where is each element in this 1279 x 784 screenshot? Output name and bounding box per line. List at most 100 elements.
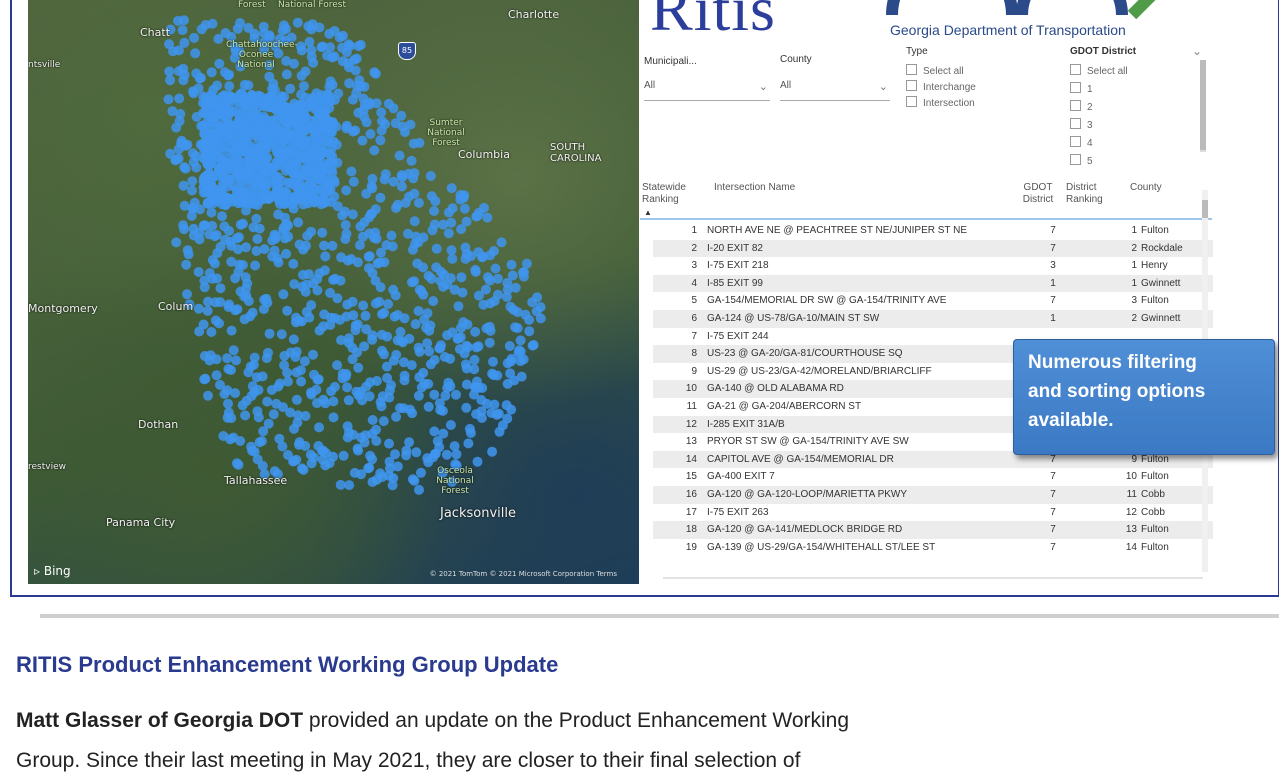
intersection-dot[interactable]: [285, 407, 296, 418]
intersection-dot[interactable]: [453, 333, 464, 344]
intersection-dot[interactable]: [413, 197, 424, 208]
intersection-dot[interactable]: [442, 382, 453, 393]
intersection-dot[interactable]: [355, 39, 366, 50]
intersection-dot[interactable]: [518, 267, 528, 278]
intersection-dot[interactable]: [314, 22, 325, 33]
intersection-dot[interactable]: [394, 150, 405, 161]
intersection-dot[interactable]: [193, 83, 204, 94]
intersection-dot[interactable]: [314, 422, 324, 433]
intersection-dot[interactable]: [269, 245, 280, 256]
intersection-dot[interactable]: [527, 340, 538, 351]
intersection-dot[interactable]: [471, 409, 482, 420]
intersection-dot[interactable]: [379, 349, 389, 360]
table-row[interactable]: 4 I-85 EXIT 99 1 1 Gwinnett: [653, 274, 1213, 293]
intersection-dot[interactable]: [376, 247, 386, 258]
intersection-dot[interactable]: [209, 258, 220, 269]
map-visual[interactable]: Charlotte National Forest Forest Chatt n…: [28, 0, 639, 584]
intersection-dot[interactable]: [375, 135, 386, 146]
intersection-dot[interactable]: [291, 106, 302, 117]
intersection-dot[interactable]: [429, 389, 440, 400]
intersection-dot[interactable]: [317, 454, 328, 465]
intersection-dot[interactable]: [329, 313, 340, 324]
intersection-dot[interactable]: [446, 183, 457, 194]
intersection-dot[interactable]: [270, 104, 281, 115]
intersection-dot[interactable]: [294, 437, 305, 448]
intersection-dot[interactable]: [165, 75, 176, 86]
intersection-dot[interactable]: [240, 410, 251, 421]
intersection-dot[interactable]: [261, 114, 271, 125]
intersection-dot[interactable]: [270, 161, 281, 172]
intersection-dot[interactable]: [230, 305, 241, 316]
intersection-dot[interactable]: [341, 185, 352, 196]
intersection-dot[interactable]: [286, 144, 296, 154]
header-county[interactable]: County: [1130, 182, 1162, 194]
intersection-dot[interactable]: [291, 170, 301, 180]
chevron-down-icon[interactable]: ⌄: [1192, 44, 1202, 58]
intersection-dot[interactable]: [340, 234, 351, 244]
intersection-dot[interactable]: [494, 426, 505, 437]
intersection-dot[interactable]: [190, 48, 201, 59]
intersection-dot[interactable]: [324, 81, 335, 92]
intersection-dot[interactable]: [243, 171, 254, 182]
intersection-dot[interactable]: [219, 389, 230, 399]
intersection-dot[interactable]: [379, 257, 390, 268]
intersection-dot[interactable]: [382, 373, 393, 383]
intersection-dot[interactable]: [193, 303, 204, 314]
intersection-dot[interactable]: [241, 395, 252, 406]
intersection-dot[interactable]: [449, 441, 460, 452]
intersection-dot[interactable]: [342, 382, 353, 393]
intersection-dot[interactable]: [473, 290, 484, 301]
intersection-dot[interactable]: [328, 451, 338, 462]
table-row[interactable]: 6 GA-124 @ US-78/GA-10/MAIN ST SW 1 2 Gwinne…: [653, 309, 1213, 328]
intersection-dot[interactable]: [488, 356, 498, 367]
intersection-dot[interactable]: [217, 211, 227, 222]
intersection-dot[interactable]: [346, 166, 357, 177]
intersection-dot[interactable]: [445, 420, 456, 430]
intersection-dot[interactable]: [486, 408, 497, 418]
intersection-dot[interactable]: [388, 355, 399, 366]
district-1-checkbox[interactable]: 1: [1070, 82, 1093, 95]
intersection-dot[interactable]: [306, 300, 317, 311]
intersection-dot[interactable]: [392, 310, 403, 320]
intersection-dot[interactable]: [335, 479, 346, 490]
intersection-dot[interactable]: [281, 69, 292, 80]
intersection-dot[interactable]: [387, 480, 398, 491]
intersection-dot[interactable]: [164, 66, 175, 77]
intersection-dot[interactable]: [377, 391, 388, 402]
intersection-dot[interactable]: [194, 73, 205, 84]
intersection-dot[interactable]: [371, 376, 382, 386]
intersection-dot[interactable]: [204, 184, 215, 195]
intersection-dot[interactable]: [243, 80, 254, 91]
intersection-dot[interactable]: [367, 183, 378, 194]
intersection-dot[interactable]: [306, 226, 317, 237]
intersection-dot[interactable]: [234, 115, 245, 126]
intersection-dot[interactable]: [434, 343, 445, 354]
intersection-dot[interactable]: [413, 306, 424, 316]
intersection-dot[interactable]: [490, 263, 501, 274]
intersection-dot[interactable]: [285, 83, 296, 94]
intersection-dot[interactable]: [383, 299, 394, 309]
intersection-dot[interactable]: [409, 216, 420, 227]
intersection-dot[interactable]: [378, 416, 389, 427]
intersection-dot[interactable]: [303, 21, 314, 32]
intersection-dot[interactable]: [344, 78, 355, 89]
intersection-dot[interactable]: [224, 225, 234, 236]
intersection-dot[interactable]: [259, 28, 270, 39]
intersection-dot[interactable]: [469, 364, 480, 375]
intersection-dot[interactable]: [294, 129, 305, 140]
intersection-dot[interactable]: [199, 275, 210, 286]
intersection-dot[interactable]: [238, 194, 249, 205]
intersection-dot[interactable]: [277, 441, 288, 452]
table-row[interactable]: 3 I-75 EXIT 218 3 1 Henry: [653, 257, 1213, 275]
intersection-dot[interactable]: [252, 234, 263, 244]
intersection-dot[interactable]: [193, 267, 204, 277]
intersection-dot[interactable]: [401, 445, 412, 456]
intersection-dot[interactable]: [340, 220, 351, 230]
intersection-dot[interactable]: [446, 245, 457, 256]
intersection-dot[interactable]: [328, 412, 339, 423]
intersection-dot[interactable]: [191, 151, 202, 162]
intersection-dot[interactable]: [429, 206, 440, 216]
intersection-dot[interactable]: [210, 297, 221, 308]
intersection-dot[interactable]: [482, 398, 492, 409]
intersection-dot[interactable]: [460, 242, 471, 253]
